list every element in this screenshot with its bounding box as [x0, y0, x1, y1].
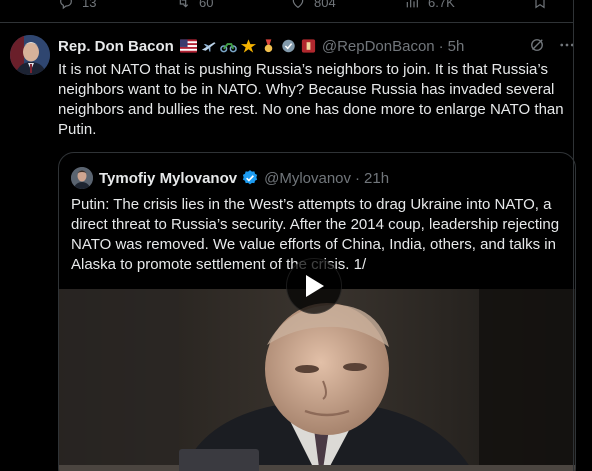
quote-header: Tymofiy Mylovanov @Mylovanov · 21h	[99, 167, 389, 189]
avatar-portrait	[10, 35, 50, 75]
like-count: 804	[314, 0, 336, 10]
author-name[interactable]: Rep. Don Bacon	[58, 38, 174, 55]
star-icon	[240, 39, 256, 53]
reply-button[interactable]: 13	[58, 0, 96, 10]
repost-count: 60	[199, 0, 214, 10]
bookmark-icon	[535, 0, 545, 9]
flag-emblem-icon[interactable]	[300, 39, 317, 53]
author-handle[interactable]: @RepDonBacon	[322, 38, 435, 55]
views-button[interactable]: 6.7K	[404, 0, 455, 10]
quote-author-avatar[interactable]	[71, 167, 93, 189]
quote-avatar-portrait	[71, 167, 93, 189]
video-frame-image	[59, 289, 575, 471]
repost-button[interactable]: 60	[175, 0, 213, 10]
reply-icon	[60, 0, 72, 10]
previous-post-actions: 13 60 804 6.7K	[0, 0, 573, 23]
separator-dot: ·	[438, 37, 444, 55]
tweet-header: Rep. Don Bacon @RepDonBacon · 5h	[58, 36, 464, 56]
reply-count: 13	[82, 0, 97, 10]
name-emojis	[179, 39, 317, 53]
bookmark-button[interactable]	[532, 0, 548, 10]
grok-icon[interactable]	[528, 36, 546, 54]
tweet-header-actions	[528, 36, 576, 54]
quote-author-handle[interactable]: @Mylovanov	[264, 170, 351, 187]
quote-timestamp[interactable]: 21h	[364, 170, 389, 187]
timeline: 13 60 804 6.7K Rep. Don Bacon @RepDonBac…	[0, 0, 592, 471]
views-count: 6.7K	[428, 0, 455, 10]
verified-badge-icon[interactable]	[280, 39, 297, 53]
tweet-timestamp[interactable]: 5h	[448, 38, 465, 55]
motorcycle-icon	[220, 43, 237, 53]
video-thumbnail[interactable]	[59, 289, 575, 471]
us-flag-icon	[179, 39, 197, 53]
video-play-button[interactable]	[286, 258, 342, 314]
repost-icon	[179, 0, 189, 8]
quote-author-name[interactable]: Tymofiy Mylovanov	[99, 170, 237, 187]
tweet-text: It is not NATO that is pushing Russia’s …	[58, 61, 564, 138]
verified-badge-icon[interactable]	[241, 169, 259, 187]
views-icon	[406, 0, 418, 8]
separator-dot: ·	[355, 169, 361, 187]
like-icon	[292, 0, 304, 9]
play-icon	[306, 275, 324, 297]
medal-icon	[264, 39, 273, 53]
like-button[interactable]: 804	[290, 0, 336, 10]
column-divider	[573, 0, 574, 471]
airplane-icon	[201, 42, 216, 52]
author-avatar[interactable]	[10, 35, 50, 75]
